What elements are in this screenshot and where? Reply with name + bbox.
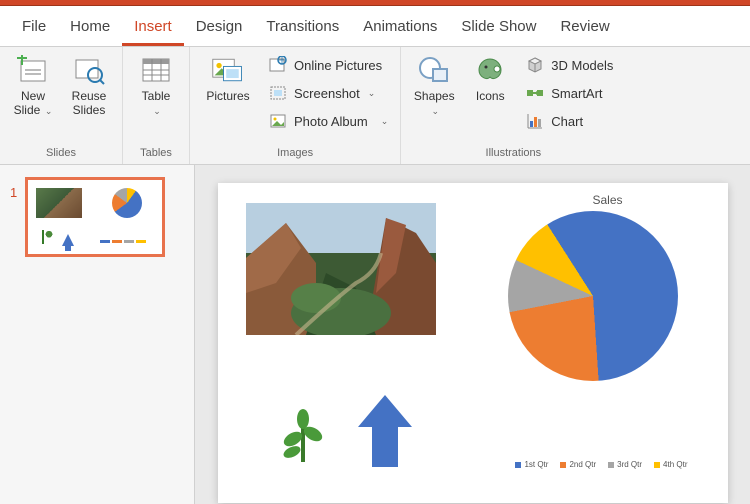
legend-label: 4th Qtr bbox=[663, 460, 687, 469]
legend-item: 3rd Qtr bbox=[608, 460, 642, 469]
icons-label: Icons bbox=[476, 90, 505, 104]
legend-item: 4th Qtr bbox=[654, 460, 687, 469]
legend-swatch bbox=[608, 462, 614, 468]
inserted-photo[interactable] bbox=[246, 203, 436, 335]
group-images-label: Images bbox=[277, 145, 313, 162]
thumb-arrow-icon bbox=[62, 234, 74, 246]
table-icon bbox=[139, 53, 173, 87]
new-slide-icon bbox=[16, 53, 50, 87]
group-illustrations: Shapes⌄ Icons 3D Models bbox=[401, 47, 625, 164]
shapes-icon bbox=[417, 53, 451, 87]
shapes-label: Shapes⌄ bbox=[414, 90, 455, 118]
ribbon: New Slide ⌄ Reuse Slides Slides bbox=[0, 47, 750, 165]
chevron-down-icon: ⌄ bbox=[368, 88, 376, 99]
photo-album-button[interactable]: Photo Album ⌄ bbox=[264, 109, 392, 133]
legend-swatch bbox=[560, 462, 566, 468]
3d-models-icon bbox=[525, 55, 545, 75]
icons-button[interactable]: Icons bbox=[465, 51, 515, 106]
slide-canvas[interactable]: Sales 1st Qtr 2nd Qtr 3rd Qtr 4th Qtr bbox=[218, 183, 728, 503]
chevron-down-icon: ⌄ bbox=[153, 106, 161, 116]
screenshot-icon bbox=[268, 83, 288, 103]
chart-title[interactable]: Sales bbox=[592, 193, 622, 207]
ribbon-tabs: File Home Insert Design Transitions Anim… bbox=[0, 6, 750, 47]
legend-label: 1st Qtr bbox=[524, 460, 548, 469]
chart-legend[interactable]: 1st Qtr 2nd Qtr 3rd Qtr 4th Qtr bbox=[515, 460, 687, 469]
legend-swatch bbox=[654, 462, 660, 468]
legend-item: 1st Qtr bbox=[515, 460, 548, 469]
tab-transitions[interactable]: Transitions bbox=[254, 12, 351, 46]
legend-label: 3rd Qtr bbox=[617, 460, 642, 469]
new-slide-button[interactable]: New Slide ⌄ bbox=[8, 51, 58, 120]
thumbnail-pane: 1 bbox=[0, 165, 195, 504]
tab-animations[interactable]: Animations bbox=[351, 12, 449, 46]
thumb-photo bbox=[36, 188, 82, 218]
smartart-icon bbox=[525, 83, 545, 103]
chart-button[interactable]: Chart bbox=[521, 109, 617, 133]
smartart-button[interactable]: SmartArt bbox=[521, 81, 617, 105]
tab-insert[interactable]: Insert bbox=[122, 12, 184, 46]
plant-icon[interactable] bbox=[278, 404, 328, 467]
group-slides-label: Slides bbox=[46, 145, 76, 162]
reuse-slides-icon bbox=[72, 53, 106, 87]
slide-number: 1 bbox=[10, 177, 17, 200]
online-pictures-label: Online Pictures bbox=[294, 58, 382, 73]
thumb-plant-icon bbox=[42, 230, 54, 244]
new-slide-label: New Slide ⌄ bbox=[10, 90, 56, 118]
reuse-slides-button[interactable]: Reuse Slides bbox=[64, 51, 114, 120]
chevron-down-icon: ⌄ bbox=[376, 116, 389, 127]
smartart-label: SmartArt bbox=[551, 86, 602, 101]
reuse-slides-label: Reuse Slides bbox=[66, 90, 112, 118]
pictures-label: Pictures bbox=[206, 90, 249, 104]
group-illustrations-label: Illustrations bbox=[486, 145, 542, 162]
workspace: 1 bbox=[0, 165, 750, 504]
group-images: Pictures Online Pictures Screenshot ⌄ bbox=[190, 47, 401, 164]
tab-file[interactable]: File bbox=[10, 12, 58, 46]
tab-design[interactable]: Design bbox=[184, 12, 255, 46]
chevron-down-icon: ⌄ bbox=[42, 106, 52, 116]
online-pictures-icon bbox=[268, 55, 288, 75]
group-tables: Table⌄ Tables bbox=[123, 47, 190, 164]
tab-slideshow[interactable]: Slide Show bbox=[449, 12, 548, 46]
tab-home[interactable]: Home bbox=[58, 12, 122, 46]
thumb-pie bbox=[112, 188, 142, 218]
pie-chart[interactable] bbox=[508, 211, 678, 381]
table-label: Table⌄ bbox=[142, 90, 171, 118]
thumb-legend bbox=[100, 240, 156, 246]
chart-icon bbox=[525, 111, 545, 131]
online-pictures-button[interactable]: Online Pictures bbox=[264, 53, 392, 77]
group-tables-label: Tables bbox=[140, 145, 172, 162]
arrow-shape[interactable] bbox=[358, 395, 413, 473]
legend-item: 2nd Qtr bbox=[560, 460, 596, 469]
legend-label: 2nd Qtr bbox=[569, 460, 596, 469]
pictures-button[interactable]: Pictures bbox=[198, 51, 258, 106]
shapes-button[interactable]: Shapes⌄ bbox=[409, 51, 459, 120]
3d-models-button[interactable]: 3D Models bbox=[521, 53, 617, 77]
tab-review[interactable]: Review bbox=[548, 12, 621, 46]
screenshot-button[interactable]: Screenshot ⌄ bbox=[264, 81, 392, 105]
slide-edit-area[interactable]: Sales 1st Qtr 2nd Qtr 3rd Qtr 4th Qtr bbox=[195, 165, 750, 504]
photo-album-label: Photo Album bbox=[294, 114, 368, 129]
screenshot-label: Screenshot bbox=[294, 86, 360, 101]
pictures-icon bbox=[211, 53, 245, 87]
group-slides: New Slide ⌄ Reuse Slides Slides bbox=[0, 47, 123, 164]
table-button[interactable]: Table⌄ bbox=[131, 51, 181, 120]
3d-models-label: 3D Models bbox=[551, 58, 613, 73]
chevron-down-icon: ⌄ bbox=[431, 106, 439, 116]
photo-album-icon bbox=[268, 111, 288, 131]
legend-swatch bbox=[515, 462, 521, 468]
icons-icon bbox=[473, 53, 507, 87]
slide-thumbnail-1[interactable] bbox=[25, 177, 165, 257]
chart-label: Chart bbox=[551, 114, 583, 129]
